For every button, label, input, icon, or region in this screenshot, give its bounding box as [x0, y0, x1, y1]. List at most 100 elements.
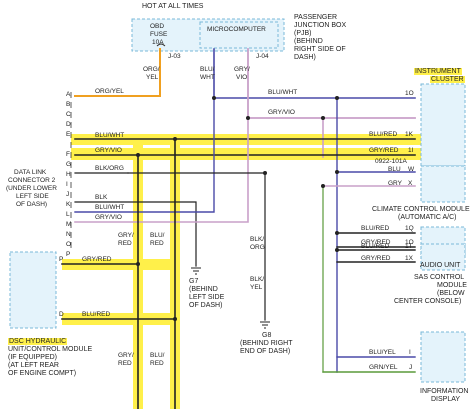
- pin-e: E: [66, 131, 71, 138]
- splice-dot: [173, 137, 177, 141]
- info-pin-i: I: [409, 349, 411, 356]
- wire-label-blu-wht-top: BLU/WHT: [268, 89, 298, 96]
- wire-label-blk-org: BLK/ORG: [95, 165, 124, 172]
- g7-label-3: LEFT SIDE: [189, 294, 225, 301]
- splice-dot: [212, 96, 216, 100]
- pin-o: O: [66, 241, 72, 248]
- wire-label-yel: YEL: [146, 74, 159, 81]
- climate-label-2: (AUTOMATIC A/C): [398, 214, 457, 221]
- cluster-pin-1i: 1I: [408, 147, 414, 154]
- splice-dot: [246, 116, 250, 120]
- g7-label-2: (BEHIND: [189, 286, 218, 293]
- instrument-cluster-box: [420, 83, 466, 167]
- wire-label-blk: BLK: [95, 194, 108, 201]
- hot-at-all-times-label: HOT AT ALL TIMES: [142, 3, 204, 10]
- info-pin-j: J: [409, 364, 413, 371]
- wire-label-org-yel: ORG/YEL: [95, 88, 124, 95]
- splice-dot: [263, 171, 267, 175]
- info-label-2: DISPLAY: [431, 396, 461, 403]
- ground-g8-icon: [260, 321, 270, 329]
- pjb-label-5: RIGHT SIDE OF: [294, 46, 346, 53]
- wire-label-blu-wht-f: BLU/WHT: [95, 132, 125, 139]
- splice-dot: [173, 317, 177, 321]
- wire-label-blk-yel-v1: BLK/: [250, 276, 265, 283]
- wire-label-blu-w: BLU: [388, 166, 401, 173]
- audio-pin-1q: 1Q: [405, 225, 414, 232]
- wire-label-blu-red-v3: BLU/: [150, 352, 165, 359]
- connector-j04-label: J-04: [256, 53, 269, 60]
- pin-a: A: [66, 91, 71, 98]
- obd-label: OBD: [150, 23, 165, 30]
- instrument-cluster-label-1: INSTRUMENT: [414, 68, 462, 75]
- sas-pin-1t: 1T: [405, 243, 413, 250]
- sas-label-1: SAS CONTROL: [414, 274, 465, 281]
- wire-label-blu-red-k: BLU/RED: [369, 131, 398, 138]
- wire-label-dsc-gry-red: GRY/RED: [82, 256, 112, 263]
- splice-dot: [335, 96, 339, 100]
- microcomputer-label: MICROCOMPUTER: [207, 26, 266, 33]
- wire-gry-vio-top: [247, 48, 416, 119]
- pin-p: P: [66, 251, 71, 258]
- g8-label-1: G8: [262, 332, 272, 339]
- dsc-label-2: (IF EQUIPPED): [8, 354, 58, 361]
- pin-c: C: [66, 111, 71, 118]
- wire-label-blu: BLU/: [200, 66, 215, 73]
- fuse-word-label: FUSE: [150, 31, 168, 38]
- wire-label-gry-red-v1: GRY/: [118, 232, 134, 239]
- wire-label-info-blu-yel: BLU/YEL: [369, 349, 396, 356]
- wire-label-sas-blu-red: BLU/RED: [361, 243, 390, 250]
- wiring-diagram: HOT AT ALL TIMES OBD FUSE 10A MICROCOMPU…: [0, 0, 474, 409]
- climate-pin-x: X: [408, 180, 413, 187]
- pin-n: N: [66, 231, 71, 238]
- pin-b: B: [66, 101, 71, 108]
- splice-dot: [335, 231, 339, 235]
- wire-label-gry-red-v3: GRY/: [118, 352, 134, 359]
- ground-g7-icon: [191, 267, 201, 275]
- dlc-label-4: LEFT SIDE: [16, 193, 49, 200]
- pin-g: G: [66, 161, 72, 168]
- dsc-title: DSC HYDRAULIC: [8, 338, 68, 345]
- wire-label-blu-wht-left: BLU/WHT: [95, 204, 125, 211]
- pin-j: J: [66, 191, 70, 198]
- splice-dot: [136, 153, 140, 157]
- dsc-label-3: (AT LEFT REAR: [8, 362, 59, 369]
- sas-label-3: (BELOW: [437, 290, 465, 297]
- dsc-pin-d: D: [59, 311, 64, 318]
- pin-k: K: [66, 201, 71, 208]
- dlc-label-3: (UNDER LOWER: [6, 185, 57, 192]
- instrument-cluster-label-2: CLUSTER: [430, 76, 465, 83]
- wire-label-gry-vio-left: GRY/VIO: [95, 214, 122, 221]
- wire-label-org: ORG/: [143, 66, 160, 73]
- pin-m: M: [66, 221, 72, 228]
- audio-label: AUDIO UNIT: [420, 262, 461, 269]
- wire-label-gry-x: GRY: [388, 180, 402, 187]
- splice-code-label: 0922-101A: [375, 158, 407, 165]
- wire-label-blu-red-v2: RED: [150, 240, 164, 247]
- dlc-label-1: DATA LINK: [14, 169, 47, 176]
- wire-label-gry-vio-f: GRY/VIO: [95, 147, 122, 154]
- climate-label-1: CLIMATE CONTROL MODULE: [372, 206, 470, 213]
- wire-label-sas-gry-red: GRY/RED: [361, 255, 391, 262]
- pin-h: H: [66, 171, 71, 178]
- fuse-rating-label: 10A: [152, 39, 164, 46]
- sas-label-4: CENTER CONSOLE): [394, 298, 462, 305]
- dsc-label-1: UNIT/CONTROL MODULE: [8, 346, 93, 353]
- wire-label-gry-red-v2: RED: [118, 240, 132, 247]
- wire-label-blk-yel-v2: YEL: [250, 284, 263, 291]
- pjb-label-4: (BEHIND: [294, 38, 323, 45]
- dsc-pin-p: P: [59, 256, 64, 263]
- wire-label-gry-red-i: GRY/RED: [369, 147, 399, 154]
- splice-dot: [136, 262, 140, 266]
- wire-label-gry-red-v4: RED: [118, 360, 132, 367]
- wire-label-blu-red-v1: BLU/: [150, 232, 165, 239]
- pin-l: L: [66, 211, 70, 218]
- splice-dot: [321, 184, 325, 188]
- pjb-label-3: (PJB): [294, 30, 312, 37]
- g7-label-1: G7: [189, 278, 199, 285]
- pin-i: I: [66, 181, 68, 188]
- pin-d: D: [66, 121, 71, 128]
- connector-j03-label: J-03: [168, 53, 181, 60]
- splice-dot: [335, 170, 339, 174]
- splice-dots: [136, 96, 339, 321]
- dsc-box: [9, 251, 57, 329]
